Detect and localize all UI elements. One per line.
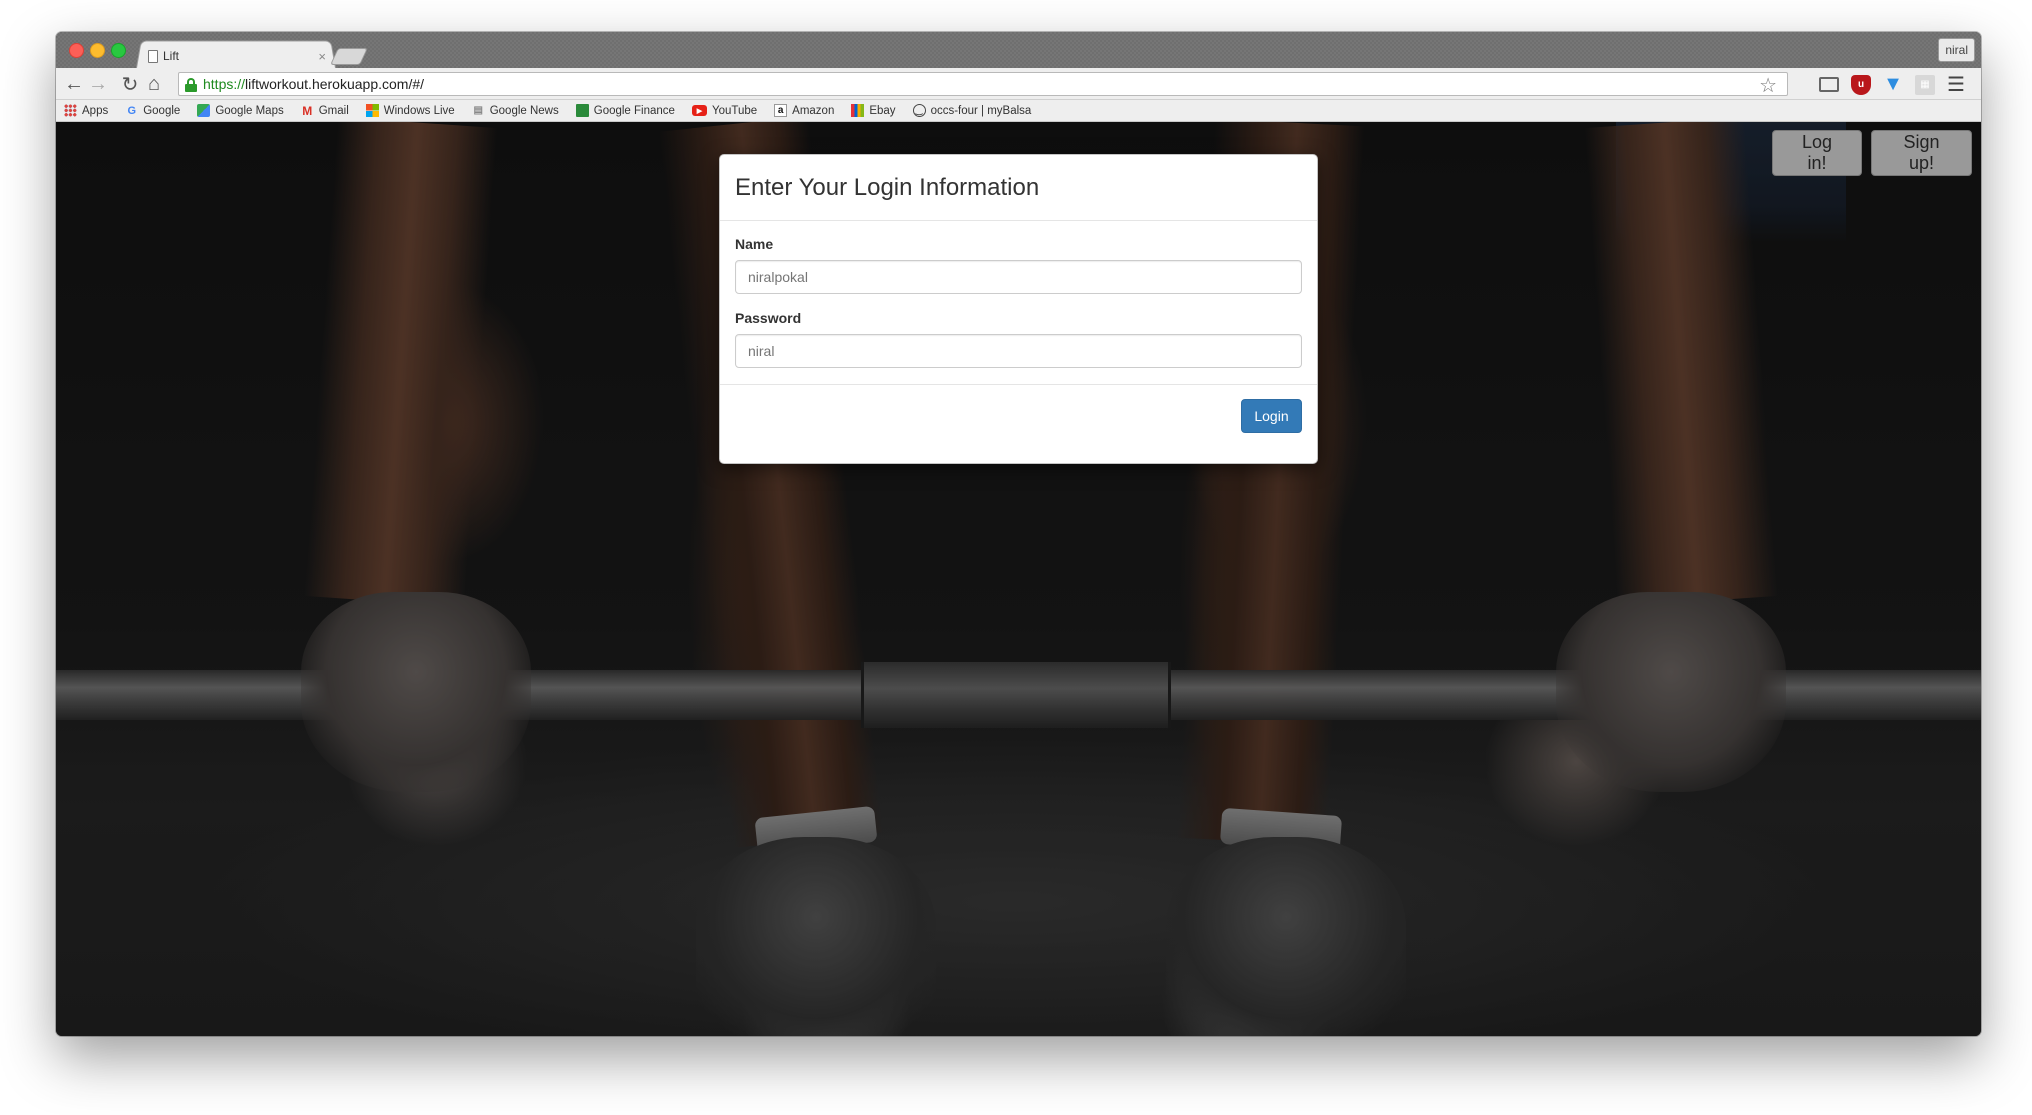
bookmark-label: Amazon — [792, 104, 835, 117]
window-minimize-button[interactable] — [90, 43, 105, 58]
ebay-icon — [851, 104, 865, 117]
apps-grid-icon — [64, 104, 77, 117]
bookmark-label: Apps — [82, 104, 109, 117]
address-bar[interactable]: https://liftworkout.herokuapp.com/#/ ☆ — [178, 72, 1788, 98]
shield-extension-icon[interactable]: ▼ — [1883, 73, 1903, 95]
extension-icon[interactable]: ▦ — [1915, 74, 1935, 95]
name-input[interactable] — [735, 260, 1302, 294]
menu-icon[interactable]: ☰ — [1947, 72, 1965, 97]
bookmark-youtube[interactable]: ▶ YouTube — [691, 104, 758, 117]
google-icon: G — [127, 104, 136, 117]
browser-window: Lift × niral ← → ↻ ⌂ https://liftworkout… — [56, 32, 1981, 1036]
url-scheme: https:// — [203, 76, 246, 92]
ublock-icon[interactable]: u — [1851, 74, 1871, 95]
bookmark-google[interactable]: G Google — [125, 104, 180, 117]
bookmark-label: Gmail — [318, 104, 349, 117]
smiley-icon: ‿ — [912, 104, 926, 117]
home-icon[interactable]: ⌂ — [142, 72, 166, 96]
youtube-icon: ▶ — [691, 105, 707, 116]
url-text: liftworkout.herokuapp.com/#/ — [245, 76, 425, 92]
reload-icon[interactable]: ↻ — [118, 72, 142, 96]
password-label: Password — [735, 310, 802, 326]
bookmark-apps[interactable]: Apps — [64, 104, 108, 117]
name-label: Name — [735, 236, 774, 252]
tab-title: Lift — [163, 49, 180, 63]
page-content: Log in! Sign up! Enter Your Login Inform… — [56, 122, 1981, 1036]
bookmark-label: Google — [143, 104, 181, 117]
bookmark-gmail[interactable]: M Gmail — [301, 103, 349, 118]
bookmark-label: Ebay — [869, 104, 896, 117]
extension-icons: u ▼ ▦ ☰ — [1819, 72, 1965, 97]
bookmark-label: Windows Live — [383, 104, 455, 117]
bookmark-label: YouTube — [711, 104, 758, 117]
news-icon: ▤ — [473, 105, 483, 116]
bookmark-label: Google News — [489, 104, 559, 117]
bookmark-google-maps[interactable]: Google Maps — [197, 104, 284, 117]
tab-close-icon[interactable]: × — [318, 49, 326, 64]
bookmark-ebay[interactable]: Ebay — [851, 104, 896, 117]
bookmark-label: Google Finance — [593, 104, 675, 117]
bookmark-occs-four[interactable]: ‿ occs-four | myBalsa — [912, 104, 1032, 117]
modal-footer: Login — [720, 384, 1317, 464]
login-modal: Enter Your Login Information Name Passwo… — [719, 154, 1318, 464]
page-icon — [148, 49, 158, 63]
window-close-button[interactable] — [69, 43, 84, 58]
modal-body: Name Password — [720, 221, 1317, 384]
finance-icon — [575, 104, 589, 117]
back-arrow-icon[interactable]: ← — [62, 72, 86, 96]
bookmark-amazon[interactable]: a Amazon — [774, 104, 834, 117]
cast-icon[interactable] — [1819, 77, 1839, 92]
signup-nav-button[interactable]: Sign up! — [1871, 130, 1972, 176]
forward-arrow-icon[interactable]: → — [86, 72, 110, 96]
modal-header: Enter Your Login Information — [720, 155, 1317, 221]
lock-icon — [185, 77, 197, 92]
window-maximize-button[interactable] — [111, 43, 126, 58]
tab-strip: Lift × niral — [56, 32, 1981, 68]
login-submit-button[interactable]: Login — [1241, 399, 1302, 433]
gmail-icon: M — [302, 103, 313, 118]
browser-toolbar: ← → ↻ ⌂ https://liftworkout.herokuapp.co… — [56, 68, 1981, 100]
profile-button[interactable]: niral — [1938, 38, 1975, 62]
amazon-icon: a — [774, 104, 788, 117]
bookmark-star-icon[interactable]: ☆ — [1759, 73, 1777, 98]
modal-title: Enter Your Login Information — [735, 174, 1040, 201]
login-nav-button[interactable]: Log in! — [1772, 130, 1862, 176]
maps-icon — [197, 104, 211, 117]
password-input[interactable] — [735, 334, 1302, 368]
new-tab-button[interactable] — [330, 48, 368, 65]
bookmark-windows-live[interactable]: Windows Live — [365, 104, 455, 117]
bookmark-label: occs-four | myBalsa — [930, 104, 1032, 117]
bookmarks-bar: Apps G Google Google Maps M Gmail Windows … — [56, 100, 1981, 122]
bookmark-google-finance[interactable]: Google Finance — [575, 104, 675, 117]
bookmark-label: Google Maps — [215, 104, 284, 117]
bookmark-google-news[interactable]: ▤ Google News — [472, 104, 559, 117]
windows-icon — [365, 104, 379, 117]
tab-content: Lift × — [148, 45, 334, 67]
